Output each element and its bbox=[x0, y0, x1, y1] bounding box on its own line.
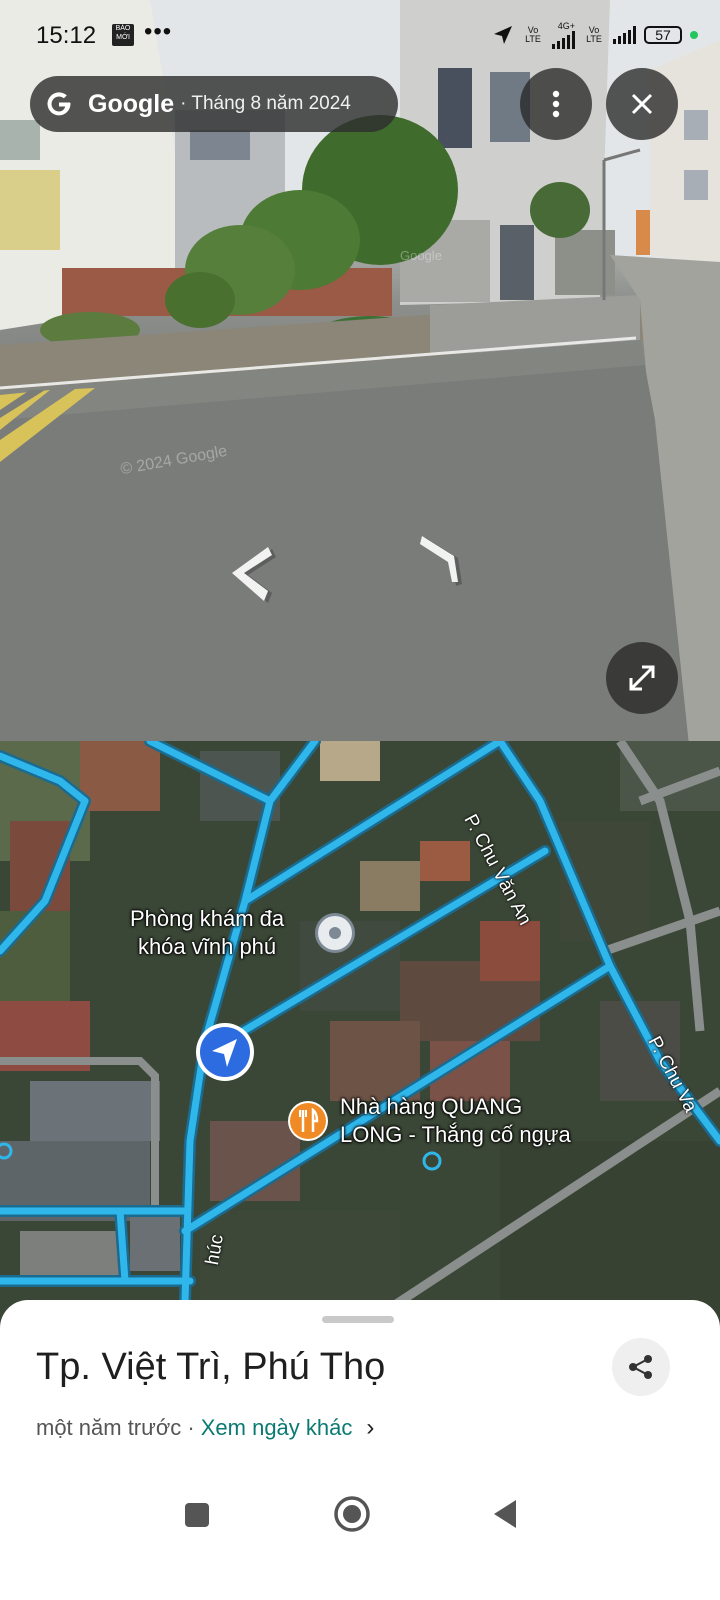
pin-icon[interactable] bbox=[313, 911, 357, 955]
other-dates-link[interactable]: Xem ngày khác bbox=[201, 1415, 353, 1441]
street-view-panorama[interactable]: © 2024 Google Google 15:12 BÁO MỚI ••• V… bbox=[0, 0, 720, 755]
volte-1-label: Vo LTE bbox=[525, 25, 541, 44]
volte-2-label: Vo LTE bbox=[586, 25, 602, 44]
chevron-right-icon[interactable] bbox=[418, 532, 470, 590]
signal-bars-2-icon bbox=[613, 26, 636, 44]
location-arrow-icon bbox=[494, 26, 512, 44]
relative-time: một năm trước · bbox=[36, 1415, 195, 1440]
map-canvas bbox=[0, 741, 720, 1341]
clock: 15:12 bbox=[36, 22, 97, 49]
privacy-dot bbox=[690, 31, 698, 39]
home-button[interactable] bbox=[332, 1494, 372, 1534]
current-position-icon[interactable] bbox=[194, 1021, 256, 1083]
restaurant-label[interactable]: Nhà hàng QUANG LONG - Thắng cố ngựa bbox=[340, 1093, 571, 1149]
close-icon bbox=[631, 93, 653, 115]
close-button[interactable] bbox=[606, 68, 678, 140]
satellite-map[interactable]: Phòng khám đa khóa vĩnh phú Nhà hàng QUA… bbox=[0, 741, 720, 1341]
restaurant-name-line1: Nhà hàng QUANG bbox=[340, 1094, 523, 1119]
drag-handle[interactable] bbox=[322, 1316, 394, 1323]
more-vert-icon bbox=[552, 90, 560, 118]
recents-button[interactable] bbox=[182, 1500, 212, 1530]
network-type-label: 4G+ bbox=[557, 20, 575, 31]
more-notifications-icon: ••• bbox=[144, 18, 173, 45]
clinic-label[interactable]: Phòng khám đa khóa vĩnh phú bbox=[130, 905, 284, 961]
chevron-right-icon[interactable]: › bbox=[366, 1414, 374, 1442]
signal-1: 4G+ bbox=[552, 20, 575, 49]
system-navigation-bar bbox=[0, 1488, 720, 1568]
back-button[interactable] bbox=[490, 1498, 520, 1530]
google-logo-icon bbox=[47, 92, 71, 116]
expand-icon bbox=[629, 665, 655, 691]
restaurant-name-line2: LONG - Thắng cố ngựa bbox=[340, 1122, 571, 1147]
signal-bars-icon bbox=[552, 30, 575, 49]
imagery-date-chip[interactable]: Google · Tháng 8 năm 2024 bbox=[30, 76, 398, 132]
capture-date: · Tháng 8 năm 2024 bbox=[180, 93, 351, 114]
news-app-icon: BÁO MỚI bbox=[112, 24, 134, 46]
google-brand: Google bbox=[88, 89, 175, 118]
restaurant-icon[interactable] bbox=[286, 1099, 330, 1143]
clinic-name-line1: Phòng khám đa bbox=[130, 906, 285, 931]
chevron-left-icon[interactable] bbox=[228, 545, 280, 607]
expand-button[interactable] bbox=[606, 642, 678, 714]
more-options-button[interactable] bbox=[520, 68, 592, 140]
battery-icon: 57 bbox=[644, 26, 682, 44]
share-icon bbox=[629, 1355, 652, 1379]
place-title: Tp. Việt Trì, Phú Thọ bbox=[36, 1346, 386, 1388]
status-bar: 15:12 BÁO MỚI ••• Vo LTE 4G+ Vo LTE 57 bbox=[0, 0, 720, 70]
google-watermark: Google bbox=[400, 248, 442, 263]
date-row: một năm trước · Xem ngày khác › bbox=[36, 1414, 374, 1442]
clinic-name-line2: khóa vĩnh phú bbox=[137, 934, 277, 959]
share-button[interactable] bbox=[612, 1338, 670, 1396]
status-indicators: Vo LTE 4G+ Vo LTE 57 bbox=[492, 20, 698, 50]
